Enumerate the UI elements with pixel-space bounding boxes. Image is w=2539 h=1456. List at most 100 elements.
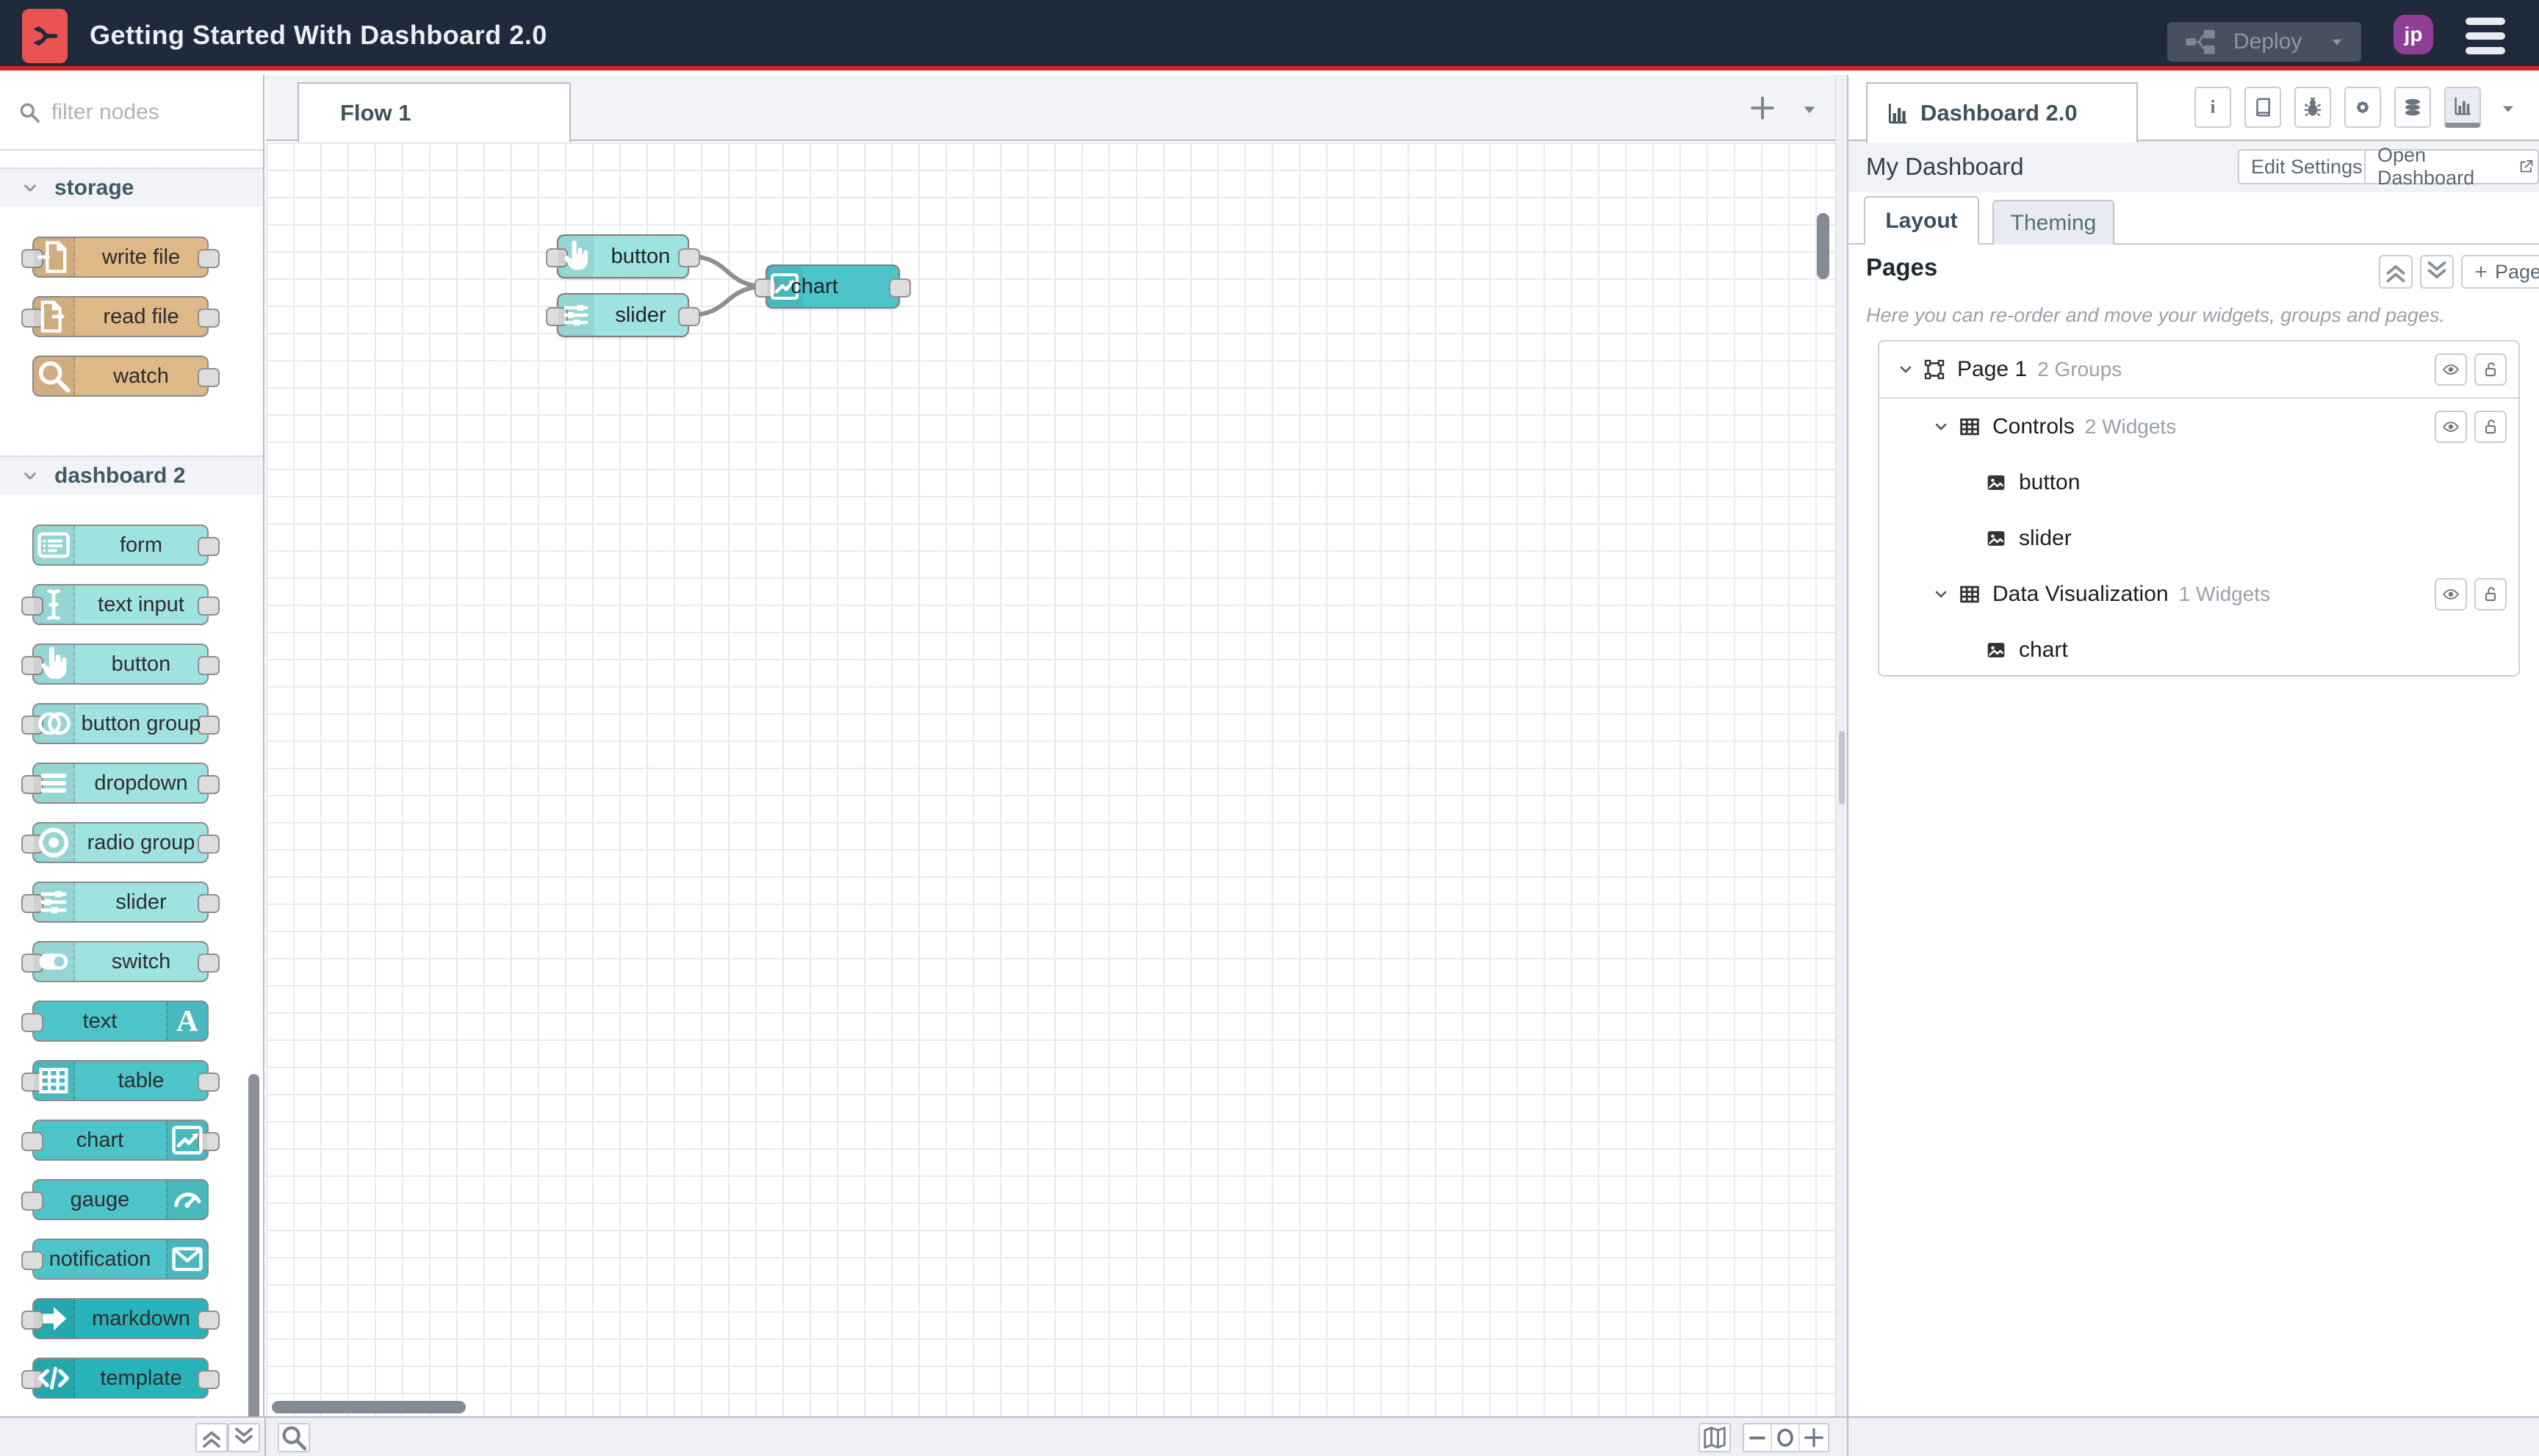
lock-toggle-button[interactable]	[2474, 353, 2507, 386]
palette-node-chart[interactable]: chart	[21, 1120, 220, 1161]
node-label: watch	[113, 364, 169, 388]
palette-node-notification[interactable]: notification	[21, 1239, 209, 1280]
deploy-label: Deploy	[2233, 29, 2302, 54]
sidebar-splitter[interactable]	[1835, 75, 1848, 1416]
deploy-options-caret-icon[interactable]	[2327, 32, 2347, 51]
node-label: notification	[48, 1247, 151, 1271]
lock-toggle-button[interactable]	[2474, 578, 2507, 610]
tree-row-controls[interactable]: Controls 2 Widgets	[1879, 399, 2518, 455]
palette-node-form[interactable]: form	[32, 525, 220, 566]
gear-icon	[2352, 96, 2374, 118]
wires-layer	[687, 254, 768, 317]
palette-search-row	[0, 75, 263, 151]
chevron-down-icon[interactable]	[1932, 418, 1950, 436]
palette-category-dashboard-2[interactable]: dashboard 2	[0, 455, 263, 495]
open-dashboard-button[interactable]: Open Dashboard	[2364, 144, 2539, 189]
canvas-node-slider[interactable]: slider	[546, 293, 700, 337]
add-flow-button[interactable]	[1746, 91, 1779, 125]
tree-row-button[interactable]: button	[1879, 455, 2518, 511]
user-avatar[interactable]: jp	[2394, 15, 2433, 54]
palette-collapse-all-button[interactable]	[195, 1423, 228, 1452]
move-down-button[interactable]	[2420, 255, 2454, 289]
palette-category-storage[interactable]: storage	[0, 167, 263, 207]
toggle-navigator-button[interactable]	[1699, 1423, 1731, 1452]
tree-row-page-1[interactable]: Page 1 2 Groups	[1879, 342, 2518, 399]
node-label: slider	[615, 303, 666, 327]
palette-node-watch[interactable]: watch	[32, 356, 220, 397]
sidebar-tool-info-button[interactable]: i	[2194, 87, 2231, 128]
tree-row-actions	[2435, 578, 2507, 610]
sidebar-tabs-menu-button[interactable]	[2498, 98, 2518, 119]
palette-expand-all-button[interactable]	[228, 1423, 260, 1452]
chevron-down-icon[interactable]	[1932, 585, 1950, 603]
palette-node-button[interactable]: button	[21, 644, 220, 685]
tree-row-chart[interactable]: chart	[1879, 622, 2518, 675]
tree-item-label: Controls	[1992, 414, 2075, 439]
splitter-handle[interactable]	[1839, 731, 1845, 804]
hand-pointer-icon	[34, 645, 75, 683]
plus-icon	[1800, 1424, 1828, 1452]
bug-icon	[2302, 96, 2324, 118]
sidebar-tool-bug-button[interactable]	[2294, 87, 2331, 128]
filter-nodes-input[interactable]	[51, 99, 235, 125]
tab-dashboard-2[interactable]: Dashboard 2.0	[1866, 82, 2138, 143]
sidebar-toolbar: i	[2194, 87, 2481, 128]
zoom-out-button[interactable]	[1744, 1424, 1772, 1451]
canvas-node-chart[interactable]: chart	[755, 264, 911, 309]
tab-layout[interactable]: Layout	[1864, 196, 1979, 245]
sidebar-tool-book-button[interactable]	[2244, 87, 2281, 128]
search-icon	[34, 357, 75, 395]
tab-flow-1[interactable]: Flow 1	[298, 82, 571, 143]
toggle-icon	[34, 943, 75, 981]
zoom-reset-button[interactable]	[1772, 1424, 1800, 1451]
palette-node-switch[interactable]: switch	[21, 941, 220, 982]
flow-tab-label: Flow 1	[340, 100, 411, 126]
palette-node-dropdown[interactable]: dropdown	[21, 763, 220, 804]
sidebar-tool-gear-button[interactable]	[2344, 87, 2381, 128]
chevron-down-icon[interactable]	[1897, 361, 1915, 378]
canvas-search-button[interactable]	[278, 1423, 310, 1452]
visibility-toggle-button[interactable]	[2435, 578, 2467, 610]
code-icon	[34, 1359, 75, 1397]
add-page-button[interactable]: Page	[2461, 255, 2539, 289]
deploy-button[interactable]: Deploy	[2167, 22, 2361, 62]
menu-icon[interactable]	[2466, 18, 2505, 54]
palette-node-markdown[interactable]: markdown	[21, 1298, 220, 1339]
palette-node-gauge[interactable]: gauge	[21, 1179, 209, 1220]
flow-canvas[interactable]: button slider chart	[266, 143, 1835, 1416]
tab-theming[interactable]: Theming	[1992, 200, 2114, 245]
canvas-horizontal-scrollbar[interactable]	[272, 1401, 466, 1413]
palette-node-slider[interactable]: slider	[21, 882, 220, 923]
sidebar-tool-layers-button[interactable]	[2394, 87, 2431, 128]
node-output-port[interactable]	[889, 278, 911, 298]
palette-node-text[interactable]: Atext	[21, 1001, 209, 1042]
tree-row-slider[interactable]: slider	[1879, 511, 2518, 566]
sidebar-tool-chart-bars-button[interactable]	[2444, 87, 2481, 128]
palette-scrollbar[interactable]	[248, 1074, 259, 1416]
node-label: form	[120, 533, 162, 557]
palette-node-template[interactable]: template	[21, 1358, 220, 1399]
canvas-vertical-scrollbar[interactable]	[1817, 213, 1829, 279]
book-icon	[2252, 96, 2274, 118]
palette-node-write-file[interactable]: write file	[21, 237, 220, 278]
canvas-node-button[interactable]: button	[546, 234, 700, 278]
node-red-editor: Getting Started With Dashboard 2.0 Deplo…	[0, 0, 2539, 1456]
visibility-toggle-button[interactable]	[2435, 411, 2467, 443]
chart-line-icon	[166, 1121, 207, 1159]
i-cursor-icon	[34, 585, 75, 624]
palette-node-read-file[interactable]: read file	[21, 296, 220, 337]
lock-toggle-button[interactable]	[2474, 411, 2507, 443]
palette-node-table[interactable]: table	[21, 1060, 220, 1101]
palette-node-text-input[interactable]: text input	[21, 584, 220, 625]
open-flows-menu-button[interactable]	[1798, 98, 1820, 120]
zoom-in-button[interactable]	[1800, 1424, 1828, 1451]
category-label: dashboard 2	[54, 464, 186, 488]
node-red-logo-icon	[22, 9, 68, 63]
tree-row-data-visualization[interactable]: Data Visualization 1 Widgets	[1879, 566, 2518, 622]
visibility-toggle-button[interactable]	[2435, 353, 2467, 386]
node-label: text input	[98, 592, 184, 616]
move-up-button[interactable]	[2379, 255, 2413, 289]
palette-node-button-group[interactable]: button group	[21, 703, 220, 744]
envelope-icon	[166, 1240, 207, 1278]
palette-node-radio-group[interactable]: radio group	[21, 822, 220, 863]
